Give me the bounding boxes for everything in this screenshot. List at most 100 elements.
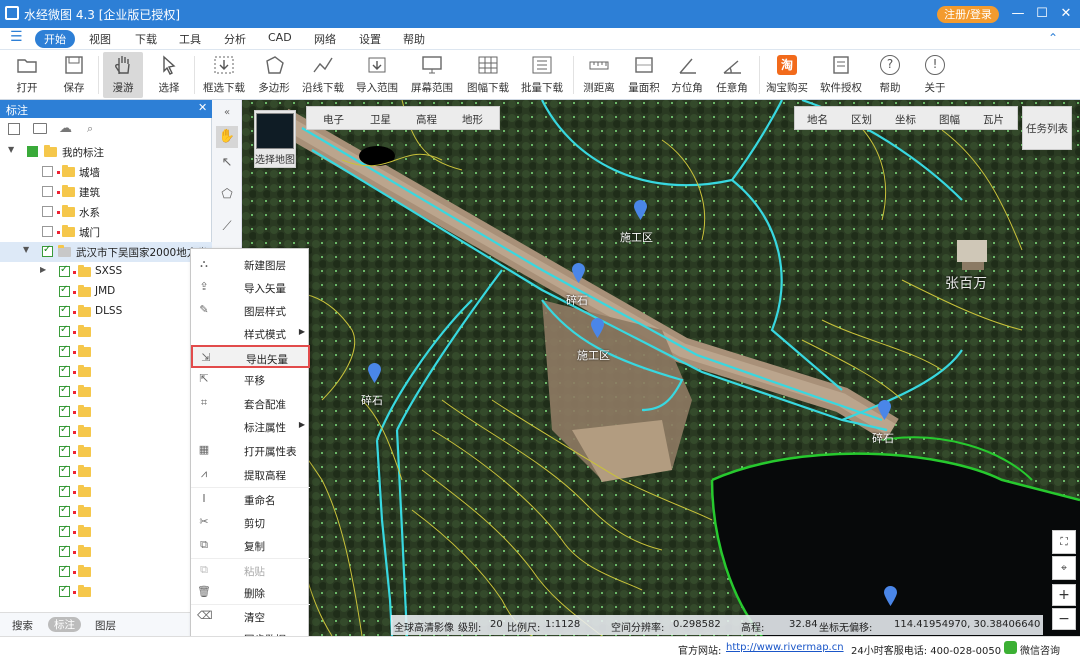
- menu-item-overlay-register[interactable]: ⌗ 套合配准: [191, 392, 310, 415]
- tree-sublayer[interactable]: DLSS: [0, 302, 212, 322]
- select-map-button[interactable]: 选择地图: [254, 110, 296, 168]
- checkbox-checked[interactable]: [59, 584, 70, 597]
- menu-item-new-layer[interactable]: ⛬ 新建图层: [191, 253, 310, 276]
- register-login-button[interactable]: 注册/登录: [937, 6, 999, 23]
- pan-button[interactable]: 漫游: [103, 52, 143, 98]
- menu-settings[interactable]: 设置: [359, 31, 381, 47]
- checkbox[interactable]: [42, 226, 53, 237]
- minimize-icon[interactable]: —: [1008, 4, 1028, 24]
- line-download-button[interactable]: 沿线下载: [301, 52, 345, 98]
- checkbox-checked[interactable]: [59, 564, 70, 577]
- map-type-elevation[interactable]: 高程: [416, 112, 437, 127]
- menu-item-translate[interactable]: ⇱ 平移: [191, 368, 310, 391]
- collapse-ribbon-icon[interactable]: ⌃: [1048, 31, 1058, 45]
- checkbox-checked[interactable]: [59, 264, 70, 277]
- overlay-tiles[interactable]: 瓦片: [983, 112, 1004, 127]
- checkbox-checked[interactable]: [59, 304, 70, 317]
- menu-item-rename[interactable]: I 重命名: [191, 487, 310, 510]
- checkbox-checked[interactable]: [59, 464, 70, 477]
- maximize-icon[interactable]: ☐: [1032, 4, 1052, 24]
- folder-add-icon[interactable]: [33, 123, 47, 134]
- menu-item-clear[interactable]: ⌫ 清空: [191, 604, 310, 627]
- menu-item-annotation-properties[interactable]: 标注属性 ▶: [191, 415, 310, 438]
- task-list-button[interactable]: 任务列表: [1022, 106, 1072, 150]
- tree-sublayer-unnamed[interactable]: [0, 482, 212, 502]
- checkbox-checked[interactable]: [59, 344, 70, 357]
- website-link[interactable]: http://www.rivermap.cn: [726, 642, 844, 653]
- any-angle-button[interactable]: 任意角: [713, 52, 751, 98]
- checkbox-checked[interactable]: [59, 384, 70, 397]
- hand-tool-icon[interactable]: ✋: [216, 126, 238, 148]
- menu-item-export-vector[interactable]: ⇲ 导出矢量: [191, 345, 310, 368]
- tree-sublayer[interactable]: JMD: [0, 282, 212, 302]
- overlay-coordinates[interactable]: 坐标: [895, 112, 916, 127]
- save-button[interactable]: 保存: [55, 52, 93, 98]
- map-type-terrain[interactable]: 地形: [462, 112, 483, 127]
- import-range-button[interactable]: 导入范围: [354, 52, 400, 98]
- locate-icon[interactable]: ⌖: [1052, 556, 1076, 580]
- tree-sublayer-unnamed[interactable]: [0, 522, 212, 542]
- map-pin-icon[interactable]: [634, 200, 647, 220]
- hamburger-menu-icon[interactable]: ☰: [10, 29, 23, 45]
- polygon-button[interactable]: 多边形: [255, 52, 293, 98]
- checkbox-checked[interactable]: [59, 404, 70, 417]
- map-pin-icon[interactable]: [884, 586, 897, 606]
- tree-item[interactable]: 城墙: [0, 162, 212, 182]
- checkbox-checked[interactable]: [59, 504, 70, 517]
- tree-layer-selected[interactable]: ▼ 武汉市下吴国家2000地方坐: [0, 242, 212, 262]
- checkbox-checked[interactable]: [59, 524, 70, 537]
- expand-right-icon[interactable]: ▶: [40, 265, 46, 274]
- menu-item-delete[interactable]: 🗑 删除: [191, 581, 310, 604]
- menu-start[interactable]: 开始: [35, 30, 75, 48]
- map-pin-icon[interactable]: [591, 318, 604, 338]
- menu-item-copy[interactable]: ⧉ 复制: [191, 534, 310, 557]
- check-all-icon[interactable]: [8, 123, 20, 135]
- checkbox-checked[interactable]: [59, 324, 70, 337]
- box-download-button[interactable]: 框选下载: [201, 52, 247, 98]
- batch-download-button[interactable]: 批量下载: [519, 52, 565, 98]
- partial-checkbox[interactable]: [27, 146, 38, 157]
- tree-sublayer-unnamed[interactable]: [0, 382, 212, 402]
- fullscreen-icon[interactable]: ⛶: [1052, 530, 1076, 554]
- menu-item-extract-elevation[interactable]: ⩘ 提取高程: [191, 463, 310, 486]
- azimuth-button[interactable]: 方位角: [668, 52, 706, 98]
- tree-sublayer-unnamed[interactable]: [0, 422, 212, 442]
- collapse-left-icon[interactable]: «: [216, 102, 238, 124]
- cloud-icon[interactable]: ☁: [59, 121, 72, 136]
- checkbox-checked[interactable]: [59, 484, 70, 497]
- sidebar-close-icon[interactable]: ✕: [198, 101, 207, 114]
- sheet-download-button[interactable]: 图幅下载: [463, 52, 513, 98]
- map-type-vector[interactable]: 电子: [323, 112, 344, 127]
- menu-analysis[interactable]: 分析: [224, 31, 246, 47]
- tree-sublayer-unnamed[interactable]: [0, 562, 212, 582]
- zoom-out-icon[interactable]: −: [1052, 608, 1076, 630]
- tree-sublayer-unnamed[interactable]: [0, 362, 212, 382]
- checkbox-checked[interactable]: [59, 284, 70, 297]
- measure-area-button[interactable]: 量面积: [624, 52, 664, 98]
- menu-download[interactable]: 下载: [135, 31, 157, 47]
- tree-sublayer-unnamed[interactable]: [0, 542, 212, 562]
- close-icon[interactable]: ✕: [1056, 4, 1076, 24]
- menu-item-import-vector[interactable]: ⇪ 导入矢量: [191, 276, 310, 299]
- tree-sublayer-unnamed[interactable]: [0, 582, 212, 602]
- map-pin-icon[interactable]: [368, 363, 381, 383]
- polygon-tool-icon[interactable]: ⬠: [216, 184, 238, 206]
- tree-sublayer[interactable]: ▶ SXSS: [0, 262, 212, 282]
- checkbox-checked[interactable]: [59, 444, 70, 457]
- help-button[interactable]: ? 帮助: [873, 52, 907, 98]
- expand-down-icon[interactable]: ▼: [23, 245, 29, 254]
- license-button[interactable]: 软件授权: [818, 52, 864, 98]
- checkbox-checked[interactable]: [59, 364, 70, 377]
- tab-layers[interactable]: 图层: [95, 618, 116, 633]
- checkbox-checked[interactable]: [42, 244, 53, 257]
- menu-view[interactable]: 视图: [89, 31, 111, 47]
- tree-sublayer-unnamed[interactable]: [0, 342, 212, 362]
- tree-sublayer-unnamed[interactable]: [0, 402, 212, 422]
- tab-search[interactable]: 搜索: [12, 618, 33, 633]
- overlay-sheets[interactable]: 图幅: [939, 112, 960, 127]
- menu-item-style-mode[interactable]: 样式模式 ▶: [191, 322, 310, 345]
- map-type-satellite[interactable]: 卫星: [370, 112, 391, 127]
- map-canvas[interactable]: 选择地图 电子 卫星 高程 地形 地名 区划 坐标 图幅 瓦片 任务列表 施工区…: [242, 100, 1080, 636]
- tree-item[interactable]: 城门: [0, 222, 212, 242]
- line-tool-icon[interactable]: ⟋: [216, 216, 238, 238]
